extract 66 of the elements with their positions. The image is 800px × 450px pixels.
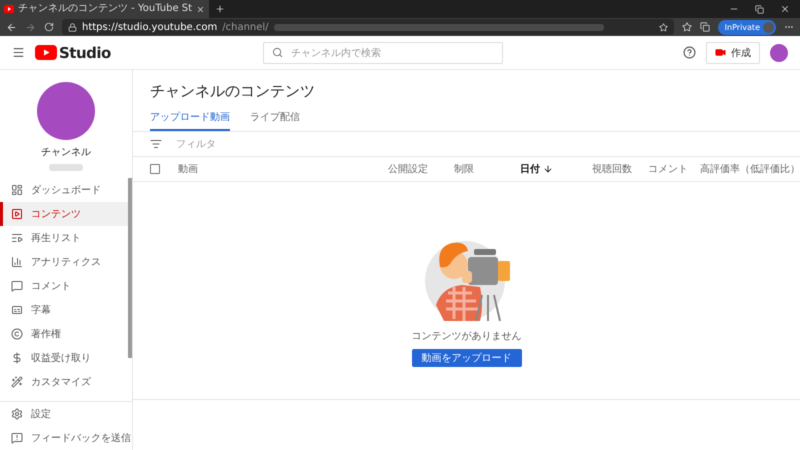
- sidebar-item[interactable]: 字幕: [0, 298, 132, 322]
- sidebar-item[interactable]: アナリティクス: [0, 250, 132, 274]
- column-header[interactable]: 動画: [178, 162, 388, 176]
- sidebar-item[interactable]: フィードバックを送信: [0, 426, 132, 450]
- sidebar-item[interactable]: コメント: [0, 274, 132, 298]
- channel-name: チャンネル: [41, 146, 91, 159]
- close-icon[interactable]: [780, 4, 790, 14]
- star-icon[interactable]: [658, 22, 668, 32]
- search-icon: [272, 47, 283, 58]
- sidebar-item[interactable]: 著作権: [0, 322, 132, 346]
- reload-icon[interactable]: [44, 22, 54, 32]
- video-camera-icon: [715, 47, 726, 58]
- sidebar-item[interactable]: 再生リスト: [0, 226, 132, 250]
- play-logo-icon: [4, 5, 14, 13]
- sort-arrow-icon: [543, 164, 553, 174]
- url-path: /channel/: [222, 22, 269, 32]
- checkbox[interactable]: [150, 164, 160, 174]
- settings-icon: [11, 408, 23, 420]
- avatar[interactable]: [770, 44, 788, 62]
- lock-icon: [68, 22, 77, 32]
- help-icon[interactable]: [683, 46, 696, 59]
- playlist-icon: [11, 232, 23, 244]
- logo-text: Studio: [59, 44, 111, 62]
- sidebar-item[interactable]: 設定: [0, 402, 132, 426]
- play-logo-icon: [35, 45, 57, 60]
- sidebar-item[interactable]: カスタマイズ: [0, 370, 132, 394]
- column-header[interactable]: 日付: [520, 162, 592, 176]
- play-icon: [11, 208, 23, 220]
- column-header[interactable]: 高評価率（低評価比）: [700, 162, 800, 176]
- column-header[interactable]: 制限: [454, 162, 520, 176]
- new-tab-icon[interactable]: [215, 4, 226, 14]
- tab[interactable]: アップロード動画: [150, 110, 230, 131]
- bar-chart-icon: [11, 256, 23, 268]
- forward-icon[interactable]: [25, 22, 36, 32]
- restore-icon[interactable]: [755, 4, 764, 14]
- feedback-icon: [11, 432, 23, 444]
- tab[interactable]: ライブ配信: [250, 110, 300, 131]
- dollar-icon: [11, 352, 23, 364]
- profile-icon: [763, 22, 774, 32]
- favorites-icon[interactable]: [682, 22, 692, 32]
- copyright-icon: [11, 328, 23, 340]
- collections-icon[interactable]: [700, 22, 710, 32]
- page-title: チャンネルのコンテンツ: [149, 81, 316, 102]
- sidebar-item[interactable]: ダッシュボード: [0, 178, 132, 202]
- inprivate-button[interactable]: InPrivate: [718, 20, 776, 34]
- column-header[interactable]: コメント: [648, 162, 700, 176]
- column-header[interactable]: 視聴回数: [592, 162, 648, 176]
- wand-icon: [11, 376, 23, 388]
- filter-icon: [150, 138, 162, 150]
- create-button[interactable]: 作成: [706, 42, 760, 64]
- back-icon[interactable]: [6, 22, 17, 32]
- sidebar-item[interactable]: 収益受け取り: [0, 346, 132, 370]
- blurred-handle: [49, 164, 83, 171]
- empty-message: コンテンツがありません: [412, 330, 522, 342]
- browser-tab[interactable]: チャンネルのコンテンツ - YouTube St: [0, 0, 210, 18]
- upload-button[interactable]: 動画をアップロード: [412, 348, 522, 366]
- url-text: https://studio.youtube.com: [82, 22, 218, 32]
- menu-icon[interactable]: [12, 46, 25, 59]
- column-header[interactable]: 公開設定: [388, 162, 454, 176]
- address-bar[interactable]: https://studio.youtube.com /channel/: [62, 19, 674, 35]
- scrollbar[interactable]: [128, 178, 132, 358]
- dashboard-icon: [11, 184, 23, 196]
- close-icon[interactable]: [196, 4, 206, 14]
- tab-title: チャンネルのコンテンツ - YouTube St: [18, 2, 192, 16]
- comment-icon: [11, 280, 23, 292]
- captions-icon: [11, 304, 23, 316]
